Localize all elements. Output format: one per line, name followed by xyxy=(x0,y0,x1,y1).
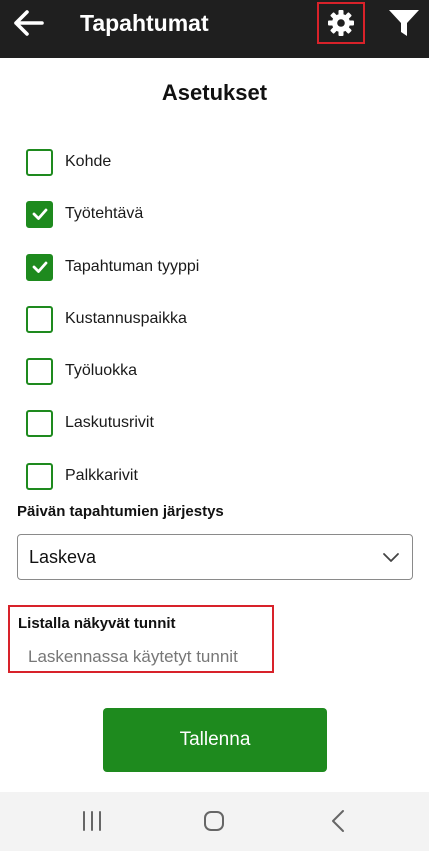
option-label: Työluokka xyxy=(65,362,138,379)
chevron-down-icon xyxy=(383,553,399,562)
recent-apps-button[interactable] xyxy=(80,808,104,839)
checkmark-icon xyxy=(32,208,47,220)
back-icon xyxy=(332,810,344,832)
home-icon xyxy=(204,811,224,831)
checkbox[interactable] xyxy=(26,305,53,333)
checkbox[interactable] xyxy=(26,200,53,228)
checkbox[interactable] xyxy=(26,462,53,490)
option-tyotehtava[interactable]: Työtehtävä xyxy=(26,199,143,229)
option-laskutusrivit[interactable]: Laskutusrivit xyxy=(26,408,154,438)
option-label: Palkkarivit xyxy=(65,467,138,484)
checkbox[interactable] xyxy=(26,357,53,385)
order-label: Päivän tapahtumien järjestys xyxy=(17,503,224,520)
hours-section: Listalla näkyvät tunnit Laskennassa käyt… xyxy=(8,605,274,673)
filter-icon xyxy=(389,10,419,36)
app-title: Tapahtumat xyxy=(80,10,209,36)
system-nav-bar xyxy=(0,792,429,851)
gear-icon xyxy=(328,10,354,36)
filter-button[interactable] xyxy=(386,7,422,39)
hours-label: Listalla näkyvät tunnit xyxy=(18,615,176,632)
option-kustannuspaikka[interactable]: Kustannuspaikka xyxy=(26,304,187,334)
hours-field[interactable]: Laskennassa käytetyt tunnit xyxy=(28,647,238,667)
checkbox[interactable] xyxy=(26,409,53,437)
order-selected-value: Laskeva xyxy=(29,546,97,567)
recent-apps-icon xyxy=(83,811,101,831)
option-label: Kohde xyxy=(65,153,112,170)
save-button[interactable]: Tallenna xyxy=(103,708,327,772)
option-palkkarivit[interactable]: Palkkarivit xyxy=(26,461,138,491)
page-title: Asetukset xyxy=(161,80,268,105)
option-label: Kustannuspaikka xyxy=(65,310,187,327)
settings-button[interactable] xyxy=(317,2,365,44)
app-bar: Tapahtumat xyxy=(0,0,429,58)
system-back-button[interactable] xyxy=(327,808,351,839)
order-select[interactable]: Laskeva xyxy=(17,534,413,580)
option-label: Tapahtuman tyyppi xyxy=(65,258,200,275)
checkmark-icon xyxy=(32,261,47,273)
option-label: Työtehtävä xyxy=(65,205,144,222)
option-tyoluokka[interactable]: Työluokka xyxy=(26,356,137,386)
option-tapahtuman-tyyppi[interactable]: Tapahtuman tyyppi xyxy=(26,252,199,282)
checkbox[interactable] xyxy=(26,253,53,281)
option-kohde[interactable]: Kohde xyxy=(26,147,111,177)
checkbox[interactable] xyxy=(26,148,53,176)
arrow-left-icon xyxy=(14,10,44,36)
option-label: Laskutusrivit xyxy=(65,414,154,431)
home-button[interactable] xyxy=(202,808,226,839)
back-button[interactable] xyxy=(11,8,45,38)
